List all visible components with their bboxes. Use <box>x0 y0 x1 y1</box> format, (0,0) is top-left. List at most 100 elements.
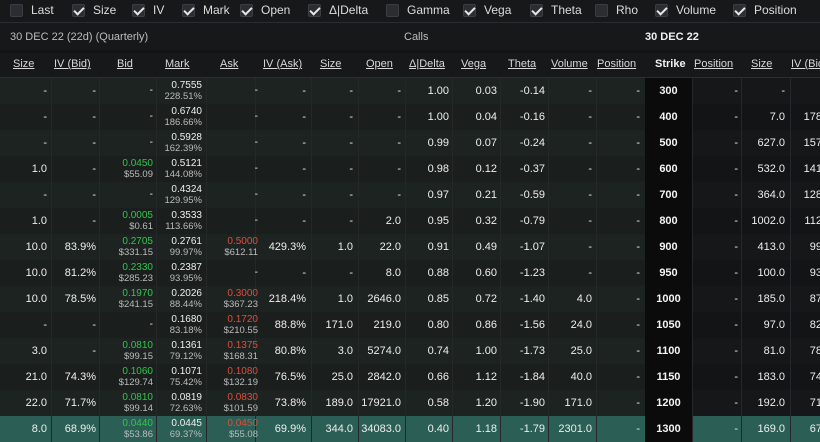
cell-vega[interactable]: 0.04 <box>476 104 497 130</box>
cell-strike[interactable]: 1100 <box>645 338 692 364</box>
cell-mark[interactable]: 0.0445 69.37% <box>170 418 202 440</box>
cell-iv-bid[interactable]: 68.9% <box>65 416 96 442</box>
cell-position-r[interactable]: - <box>734 364 738 390</box>
header-iv-bid[interactable]: IV (Bid) <box>54 58 91 70</box>
cell-mark[interactable]: 0.6740 186.66% <box>164 106 202 128</box>
cell-vega[interactable]: 0.03 <box>476 78 497 104</box>
cell-bid[interactable]: 0.0440 $53.86 <box>122 418 153 440</box>
cell-vega[interactable]: 1.12 <box>476 364 497 390</box>
cell-iv-bid[interactable]: 81.2% <box>65 260 96 286</box>
cell-size[interactable]: 1.0 <box>32 208 47 234</box>
cell-size-r[interactable]: 185.0 <box>757 286 785 312</box>
cell-open[interactable]: - <box>397 182 401 208</box>
cell-open[interactable]: - <box>397 78 401 104</box>
cell-strike[interactable]: 700 <box>645 182 692 208</box>
cell-volume[interactable]: 24.0 <box>571 312 592 338</box>
checkbox-checked-icon[interactable] <box>182 3 195 17</box>
toggle-position[interactable]: Position <box>733 3 797 17</box>
table-row[interactable]: 10.0 78.5% 0.1970 $241.15 0.2026 88.44% 0.3000… <box>0 286 820 312</box>
cell-iv-bid-r[interactable]: 112. <box>804 208 820 234</box>
cell-mark[interactable]: 0.1361 79.12% <box>170 340 202 362</box>
cell-strike[interactable]: 300 <box>645 78 692 104</box>
toggle-rho[interactable]: Rho <box>595 3 638 17</box>
header-volume[interactable]: Volume <box>551 58 588 70</box>
cell-open[interactable]: - <box>397 156 401 182</box>
checkbox-checked-icon[interactable] <box>132 3 145 17</box>
cell-iv-ask[interactable]: - <box>302 156 306 182</box>
cell-delta[interactable]: 0.98 <box>428 156 449 182</box>
cell-size2[interactable]: - <box>349 182 353 208</box>
table-row[interactable]: 10.0 81.2% 0.2330 $285.23 0.2387 93.95% - - - 8.0… <box>0 260 820 286</box>
header-iv-bid-right[interactable]: IV (Bid <box>791 58 820 70</box>
cell-size2[interactable]: 1.0 <box>338 286 353 312</box>
checkbox-checked-icon[interactable] <box>463 3 476 17</box>
cell-theta[interactable]: -1.07 <box>520 234 545 260</box>
checkbox-unchecked-icon[interactable] <box>386 3 399 17</box>
header-size-2[interactable]: Size <box>320 58 341 70</box>
cell-iv-ask[interactable]: 69.9% <box>275 416 306 442</box>
cell-ask[interactable]: - <box>255 208 258 234</box>
cell-size[interactable]: 10.0 <box>26 286 47 312</box>
cell-size[interactable]: 22.0 <box>26 390 47 416</box>
cell-delta[interactable]: 0.95 <box>428 208 449 234</box>
table-row[interactable]: - - -0.7555 228.51% - - - -1.00 0.03 -0.14- -300- -… <box>0 78 820 104</box>
cell-bid[interactable]: - <box>150 130 153 156</box>
cell-mark[interactable]: 0.5121 144.08% <box>164 158 202 180</box>
cell-iv-ask[interactable]: - <box>302 182 306 208</box>
header-strike[interactable]: Strike <box>655 58 686 70</box>
cell-ask[interactable]: - <box>255 182 258 208</box>
cell-volume[interactable]: 171.0 <box>564 390 592 416</box>
cell-iv-bid-r[interactable]: 128. <box>804 182 820 208</box>
cell-position-r[interactable]: - <box>734 338 738 364</box>
cell-bid[interactable]: 0.0810 $99.15 <box>122 340 153 362</box>
cell-bid[interactable]: 0.0810 $99.14 <box>122 392 153 414</box>
cell-position-r[interactable]: - <box>734 390 738 416</box>
cell-ask[interactable]: - <box>255 130 258 156</box>
cell-position[interactable]: - <box>636 156 640 182</box>
cell-bid[interactable]: - <box>150 182 153 208</box>
cell-size2[interactable]: 1.0 <box>338 234 353 260</box>
cell-delta[interactable]: 0.80 <box>428 312 449 338</box>
cell-vega[interactable]: 0.86 <box>476 312 497 338</box>
cell-strike[interactable]: 500 <box>645 130 692 156</box>
header-position-right[interactable]: Position <box>694 58 733 70</box>
cell-ask[interactable]: - <box>255 78 258 104</box>
cell-vega[interactable]: 1.20 <box>476 390 497 416</box>
cell-volume[interactable]: 25.0 <box>571 338 592 364</box>
cell-delta[interactable]: 0.58 <box>428 390 449 416</box>
cell-size[interactable]: - <box>43 182 47 208</box>
cell-theta[interactable]: -1.40 <box>520 286 545 312</box>
cell-bid[interactable]: 0.2330 $285.23 <box>119 262 153 284</box>
cell-iv-ask[interactable]: - <box>302 260 306 286</box>
cell-position-r[interactable]: - <box>734 156 738 182</box>
toggle-theta[interactable]: Theta <box>530 3 582 17</box>
cell-iv-bid[interactable]: 83.9% <box>65 234 96 260</box>
cell-size-r[interactable]: 1002.0 <box>751 208 785 234</box>
cell-vega[interactable]: 1.00 <box>476 338 497 364</box>
checkbox-checked-icon[interactable] <box>240 3 253 17</box>
cell-iv-ask[interactable]: 218.4% <box>269 286 306 312</box>
table-row[interactable]: - - -0.6740 186.66% - - - -1.00 0.04 -0.16- -400-7… <box>0 104 820 130</box>
cell-delta[interactable]: 0.91 <box>428 234 449 260</box>
cell-size2[interactable]: 25.0 <box>332 364 353 390</box>
cell-ask[interactable]: 0.0830 $101.59 <box>224 392 258 414</box>
cell-size[interactable]: 1.0 <box>32 156 47 182</box>
cell-mark[interactable]: 0.7555 228.51% <box>164 80 202 102</box>
cell-iv-bid-r[interactable]: 67. <box>810 416 820 442</box>
cell-vega[interactable]: 1.18 <box>476 416 497 442</box>
cell-iv-bid-r[interactable]: 93. <box>810 260 820 286</box>
cell-volume[interactable]: - <box>588 260 592 286</box>
checkbox-unchecked-icon[interactable] <box>595 3 608 17</box>
cell-open[interactable]: 2.0 <box>386 208 401 234</box>
cell-size2[interactable]: 171.0 <box>325 312 353 338</box>
cell-open[interactable]: 2646.0 <box>367 286 401 312</box>
cell-iv-ask[interactable]: 73.8% <box>275 390 306 416</box>
cell-bid[interactable]: - <box>150 78 153 104</box>
cell-iv-bid-r[interactable]: 178. <box>804 104 820 130</box>
cell-size-r[interactable]: 81.0 <box>764 338 785 364</box>
cell-size-r[interactable]: 413.0 <box>757 234 785 260</box>
cell-iv-ask[interactable]: - <box>302 130 306 156</box>
cell-iv-bid[interactable]: 74.3% <box>65 364 96 390</box>
cell-mark[interactable]: 0.2761 99.97% <box>170 236 202 258</box>
cell-open[interactable]: 2842.0 <box>367 364 401 390</box>
